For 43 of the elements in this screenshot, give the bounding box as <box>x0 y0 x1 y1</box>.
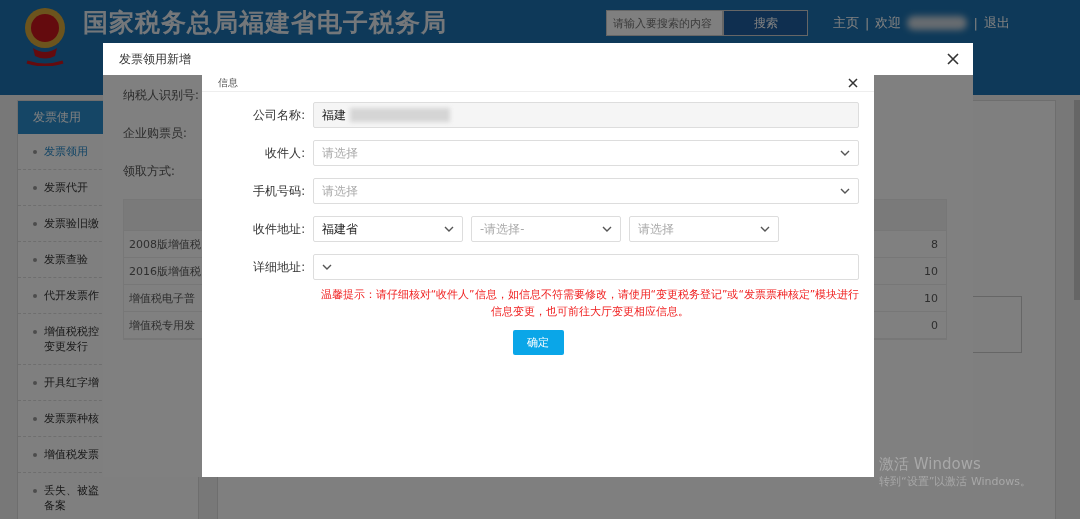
field-value: 福建 <box>322 107 346 123</box>
nav-link[interactable]: 退出 <box>983 14 1010 32</box>
caret-icon <box>444 226 454 232</box>
field-label: 收件地址: <box>252 221 306 237</box>
table-cell: 0 <box>931 318 938 332</box>
nav-separator: | <box>973 15 978 31</box>
table-cell: 增值税电子普 <box>129 290 195 306</box>
blurred-name <box>907 16 968 30</box>
table-cell: 2016版增值税 <box>129 263 201 279</box>
nav-link[interactable]: 欢迎 <box>875 14 902 32</box>
caret-icon <box>840 150 850 156</box>
field-label: 公司名称: <box>252 107 306 123</box>
field-label: 详细地址: <box>252 259 306 275</box>
search-button[interactable]: 搜索 <box>723 10 808 36</box>
select-field[interactable]: 请选择 <box>629 216 779 242</box>
close-icon[interactable] <box>947 53 959 65</box>
table-cell: 8 <box>931 237 938 251</box>
field-label: 手机号码: <box>252 183 306 199</box>
select-field[interactable]: 请选择 <box>313 140 859 166</box>
field-label: 收件人: <box>264 145 306 161</box>
confirm-button[interactable]: 确定 <box>512 330 564 355</box>
select-field[interactable]: -请选择- <box>471 216 621 242</box>
nav-separator: | <box>865 15 870 31</box>
select-field[interactable]: 请选择 <box>313 178 859 204</box>
select-field[interactable]: 福建省 <box>313 216 463 242</box>
table-cell: 增值税专用发 <box>129 317 195 333</box>
field-label: 领取方式: <box>123 163 175 180</box>
field-label: 纳税人识别号: <box>123 87 199 104</box>
search-field[interactable]: 请输入要搜索的内容 <box>606 10 723 36</box>
caret-icon <box>602 226 612 232</box>
table-cell: 10 <box>924 291 938 305</box>
table-cell: 2008版增值税 <box>129 236 201 252</box>
caret-icon <box>840 188 850 194</box>
caret-icon <box>322 264 332 270</box>
caret-icon <box>760 226 770 232</box>
select-field[interactable] <box>313 254 859 280</box>
dialog-title: 发票领用新增 <box>119 50 191 68</box>
site-title: 国家税务总局福建省电子税务局 <box>83 7 448 39</box>
table-cell: 10 <box>924 264 938 278</box>
warning-notice: 温馨提示：请仔细核对“收件人”信息，如信息不符需要修改，请使用“变更税务登记”或“发票票种核定”模块进行信息变更，也可前往大厅变更相应信息。 <box>319 287 861 319</box>
nav-link[interactable]: 主页 <box>833 14 859 32</box>
dialog-title: 信息 <box>218 76 238 90</box>
close-icon[interactable] <box>848 78 858 88</box>
